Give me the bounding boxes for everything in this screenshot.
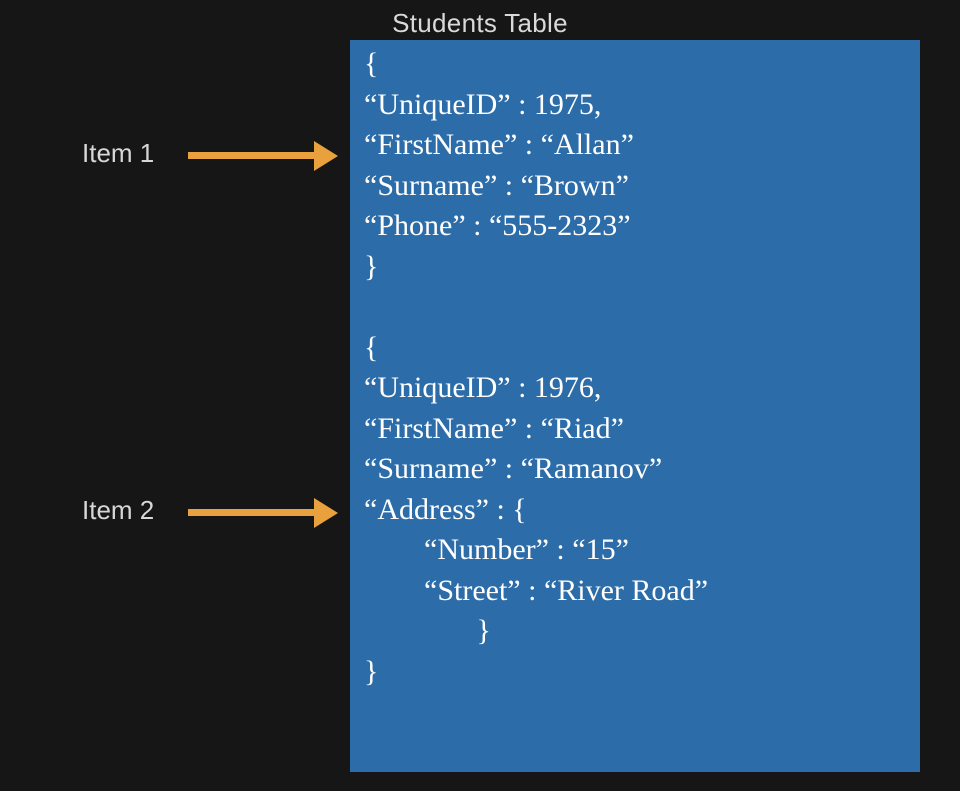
item-2-label: Item 2 — [82, 495, 154, 526]
diagram-title: Students Table — [0, 8, 960, 39]
arrow-icon — [188, 505, 320, 519]
students-table-panel: { “UniqueID” : 1975, “FirstName” : “Alla… — [350, 40, 920, 772]
arrow-icon — [188, 148, 320, 162]
item-1-label: Item 1 — [82, 138, 154, 169]
